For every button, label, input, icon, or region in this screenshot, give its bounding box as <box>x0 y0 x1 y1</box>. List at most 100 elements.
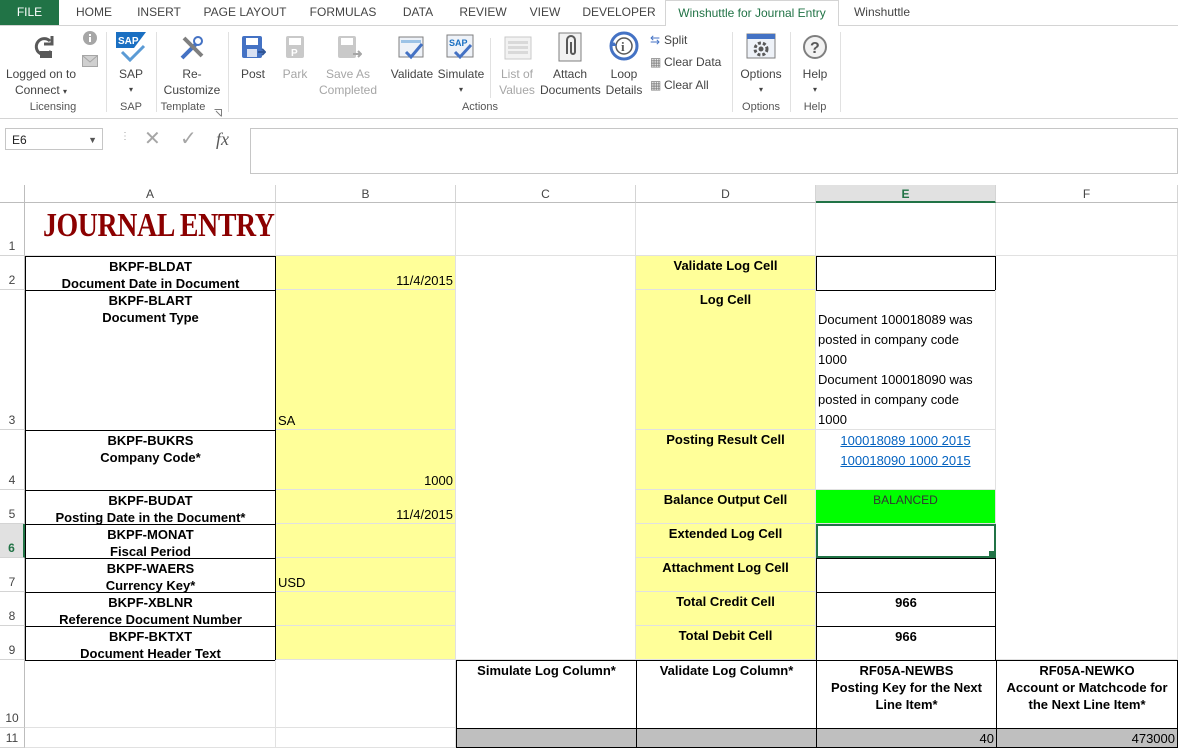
park-button[interactable]: Park <box>276 66 314 82</box>
cell-a11[interactable] <box>25 728 276 748</box>
options-button[interactable]: Options ▾ <box>734 66 788 98</box>
posting-result-link-1[interactable]: 100018089 1000 2015 <box>816 431 995 451</box>
row-header-3[interactable]: 3 <box>0 290 25 430</box>
insert-function-icon[interactable]: fx <box>216 127 229 151</box>
row-header-10[interactable]: 10 <box>0 660 25 728</box>
cell-a1[interactable]: JOURNAL ENTRY <box>25 203 276 256</box>
cell-d5[interactable]: Balance Output Cell <box>636 490 816 524</box>
cell-e1[interactable] <box>816 203 996 256</box>
clear-data-button[interactable]: ▦ Clear Data <box>650 54 721 70</box>
cell-e10[interactable]: RF05A-NEWBS Posting Key for the Next Lin… <box>816 660 997 729</box>
cell-b9[interactable] <box>276 626 456 660</box>
tab-review[interactable]: REVIEW <box>452 0 514 25</box>
tab-view[interactable]: VIEW <box>522 0 568 25</box>
cell-b7[interactable]: USD <box>276 558 456 592</box>
cell-e7[interactable] <box>816 558 996 593</box>
posting-result-link-2[interactable]: 100018090 1000 2015 <box>816 451 995 471</box>
cell-a7[interactable]: BKPF-WAERS Currency Key* <box>25 558 276 593</box>
column-header-b[interactable]: B <box>276 185 456 203</box>
cell-d9[interactable]: Total Debit Cell <box>636 626 816 660</box>
cell-e2[interactable] <box>816 256 996 291</box>
cell-d1[interactable] <box>636 203 816 256</box>
cell-a4[interactable]: BKPF-BUKRS Company Code* <box>25 430 276 491</box>
tab-developer[interactable]: DEVELOPER <box>576 0 662 25</box>
cell-f2-f9[interactable] <box>996 256 1178 660</box>
cell-e9[interactable]: 966 <box>816 626 996 661</box>
cell-e11[interactable]: 40 <box>816 728 997 748</box>
tab-data[interactable]: DATA <box>392 0 444 25</box>
cell-b5[interactable]: 11/4/2015 <box>276 490 456 524</box>
cell-f11[interactable]: 473000 <box>996 728 1178 748</box>
sap-button[interactable]: SAP ▾ <box>108 66 154 98</box>
cell-b10[interactable] <box>276 660 456 728</box>
help-button[interactable]: Help ▾ <box>792 66 838 98</box>
loop-details-button[interactable]: Loop Details <box>602 66 646 98</box>
name-box[interactable]: E6 ▼ <box>5 128 103 150</box>
cell-e4[interactable]: 100018089 1000 2015 100018090 1000 2015 <box>816 430 996 490</box>
tab-file[interactable]: FILE <box>0 0 59 25</box>
chevron-down-icon[interactable]: ▼ <box>88 129 97 151</box>
cell-e6-selected[interactable] <box>816 524 996 558</box>
row-header-11[interactable]: 11 <box>0 728 25 748</box>
post-button[interactable]: Post <box>232 66 274 82</box>
tab-winshuttle[interactable]: Winshuttle <box>842 0 922 25</box>
row-header-2[interactable]: 2 <box>0 256 25 290</box>
cell-c10[interactable]: Simulate Log Column* <box>456 660 637 729</box>
cell-b4[interactable]: 1000 <box>276 430 456 490</box>
tab-formulas[interactable]: FORMULAS <box>302 0 384 25</box>
column-header-c[interactable]: C <box>456 185 636 203</box>
recustomize-button[interactable]: Re- Customize <box>158 66 226 98</box>
cell-a2[interactable]: BKPF-BLDAT Document Date in Document <box>25 256 276 291</box>
cell-b6[interactable] <box>276 524 456 558</box>
select-all-corner[interactable] <box>0 185 25 203</box>
cell-b1[interactable] <box>276 203 456 256</box>
cell-d4[interactable]: Posting Result Cell <box>636 430 816 490</box>
cell-a5[interactable]: BKPF-BUDAT Posting Date in the Document* <box>25 490 276 525</box>
cell-f1[interactable] <box>996 203 1178 256</box>
cell-e5[interactable]: BALANCED <box>816 490 996 524</box>
row-header-7[interactable]: 7 <box>0 558 25 592</box>
cell-b8[interactable] <box>276 592 456 626</box>
enter-check-icon[interactable]: ✓ <box>180 127 197 151</box>
drag-handle-icon[interactable]: ⋮ <box>120 131 130 142</box>
save-as-completed-button[interactable]: Save As Completed <box>314 66 382 98</box>
cell-d6[interactable]: Extended Log Cell <box>636 524 816 558</box>
tab-home[interactable]: HOME <box>64 0 124 25</box>
row-header-4[interactable]: 4 <box>0 430 25 490</box>
row-header-6[interactable]: 6 <box>0 524 25 558</box>
tab-winshuttle-journal-entry[interactable]: Winshuttle for Journal Entry <box>665 0 839 27</box>
cancel-icon[interactable]: ✕ <box>144 127 161 151</box>
fill-handle[interactable] <box>988 550 994 556</box>
column-header-d[interactable]: D <box>636 185 816 203</box>
column-header-f[interactable]: F <box>996 185 1178 203</box>
validate-button[interactable]: Validate <box>388 66 436 82</box>
row-header-1[interactable]: 1 <box>0 203 25 256</box>
tab-insert[interactable]: INSERT <box>128 0 190 25</box>
cell-c2-c9[interactable] <box>456 256 636 660</box>
cell-c11[interactable] <box>456 728 637 748</box>
row-header-8[interactable]: 8 <box>0 592 25 626</box>
cell-f10[interactable]: RF05A-NEWKO Account or Matchcode for the… <box>996 660 1178 729</box>
cell-b11[interactable] <box>276 728 456 748</box>
cell-d8[interactable]: Total Credit Cell <box>636 592 816 626</box>
cell-b3[interactable]: SA <box>276 290 456 430</box>
cell-c1[interactable] <box>456 203 636 256</box>
cell-d3[interactable]: Log Cell <box>636 290 816 430</box>
cell-d2[interactable]: Validate Log Cell <box>636 256 816 290</box>
cell-d7[interactable]: Attachment Log Cell <box>636 558 816 592</box>
cell-a8[interactable]: BKPF-XBLNR Reference Document Number <box>25 592 276 627</box>
column-header-a[interactable]: A <box>25 185 276 203</box>
row-header-9[interactable]: 9 <box>0 626 25 660</box>
cell-a6[interactable]: BKPF-MONAT Fiscal Period <box>25 524 276 559</box>
cell-a9[interactable]: BKPF-BKTXT Document Header Text <box>25 626 276 661</box>
simulate-button[interactable]: Simulate ▾ <box>436 66 486 98</box>
formula-input[interactable] <box>250 128 1178 174</box>
clear-all-button[interactable]: ▦ Clear All <box>650 77 709 93</box>
tab-page-layout[interactable]: PAGE LAYOUT <box>196 0 294 25</box>
cell-d10[interactable]: Validate Log Column* <box>636 660 817 729</box>
list-of-values-button[interactable]: List of Values <box>494 66 540 98</box>
cell-b2[interactable]: 11/4/2015 <box>276 256 456 290</box>
logged-on-button[interactable]: Logged on to Connect ▾ <box>0 66 82 100</box>
row-header-5[interactable]: 5 <box>0 490 25 524</box>
attach-documents-button[interactable]: Attach Documents <box>540 66 601 98</box>
